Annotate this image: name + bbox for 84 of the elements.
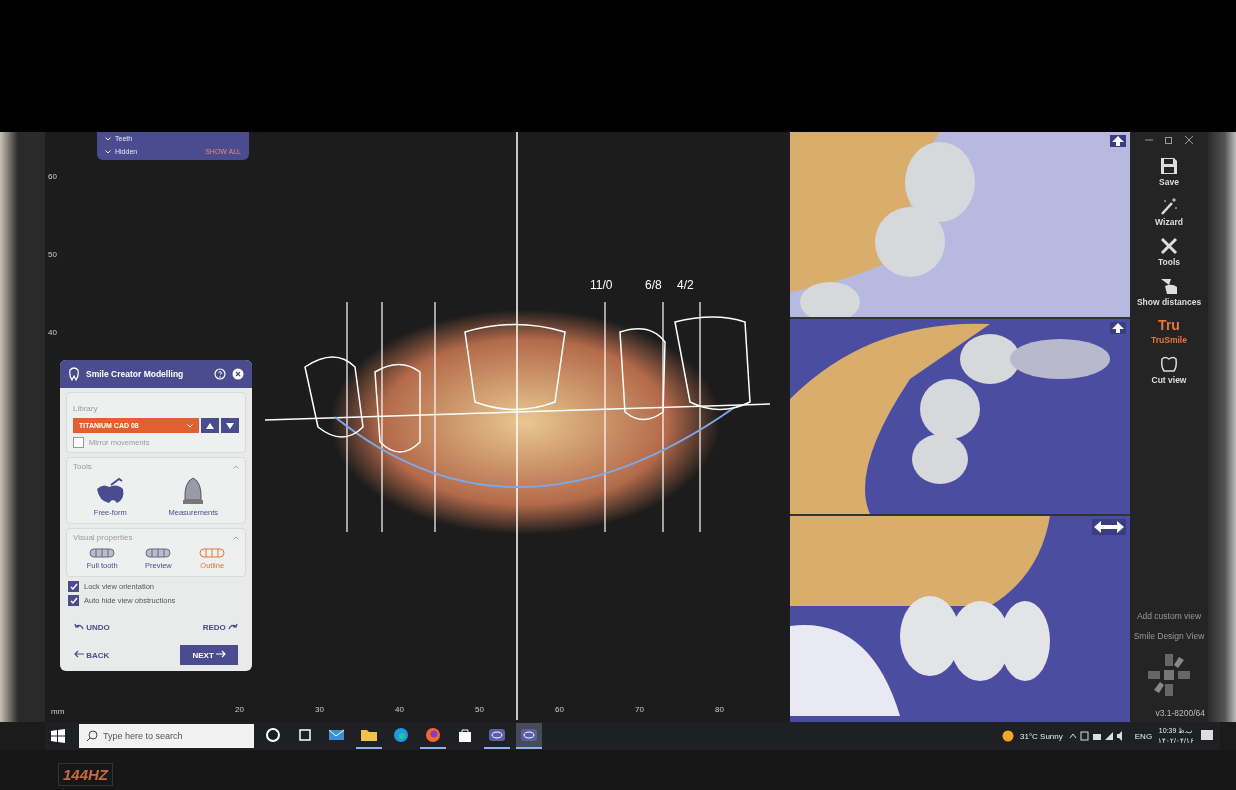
sidebar-button[interactable]: Cut view <box>1149 353 1189 387</box>
minimize-icon[interactable] <box>1145 136 1153 144</box>
undo-button[interactable]: UNDO <box>74 620 110 635</box>
trusmile-logo: Tru <box>1158 317 1180 333</box>
teeth-row-icon <box>145 548 172 558</box>
ruler-unit: mm <box>51 707 65 716</box>
left-right-arrows-icon[interactable] <box>1092 519 1126 535</box>
dental-model-view[interactable] <box>790 516 1130 722</box>
browser-swirl-icon <box>393 727 409 743</box>
ruler-label: 60 <box>48 172 57 181</box>
restore-icon[interactable] <box>1165 136 1173 144</box>
ruler-label: 40 <box>395 705 404 714</box>
measurement-label: 11/0 <box>590 278 613 292</box>
undo-arrow-icon <box>74 623 84 630</box>
arrow-up-icon[interactable] <box>1110 322 1126 334</box>
tooth-shape-icon <box>95 477 126 505</box>
section-title: Visual properties <box>73 533 133 542</box>
fox-browser-icon <box>425 727 441 743</box>
chevron-down-icon[interactable] <box>105 136 111 141</box>
next-button[interactable]: NEXT <box>180 645 238 665</box>
dental-model-view[interactable] <box>790 319 1130 514</box>
view-direction-icon[interactable] <box>1146 652 1192 698</box>
section-title: Tools <box>73 462 92 471</box>
notification-icon[interactable] <box>1200 729 1214 743</box>
close-icon[interactable] <box>232 368 244 380</box>
sidebar-button[interactable]: Tools <box>1155 235 1182 269</box>
arrow-right-icon <box>216 650 226 658</box>
windows-start-icon[interactable] <box>51 729 65 743</box>
monitor-label: 144HZ <box>58 763 114 786</box>
sidebar-button[interactable]: Save <box>1157 155 1181 189</box>
redo-arrow-icon <box>228 623 238 630</box>
chevron-down-icon[interactable] <box>105 149 111 154</box>
search-field[interactable]: Type here to search <box>79 724 254 748</box>
app-icon <box>520 727 538 743</box>
sidebar-button[interactable]: Wizard <box>1153 195 1185 229</box>
ruler-label: 30 <box>315 705 324 714</box>
sidebar-button[interactable]: Tru TruSmile <box>1149 315 1189 347</box>
help-icon[interactable] <box>214 368 226 380</box>
move-down-button[interactable] <box>221 418 239 433</box>
move-up-button[interactable] <box>201 418 219 433</box>
checkbox[interactable] <box>68 581 79 592</box>
tooth-icon <box>68 367 80 381</box>
triangle-down-icon <box>226 422 234 429</box>
task-view-icon <box>297 727 313 743</box>
tooth-section-icon <box>1160 355 1178 373</box>
redo-button[interactable]: REDO <box>202 620 238 635</box>
panel-title: Smile Creator Modelling <box>86 369 185 379</box>
ruler-label: 20 <box>235 705 244 714</box>
checkbox[interactable] <box>73 437 84 448</box>
chevron-down-icon <box>187 423 193 428</box>
teeth-row-icon <box>89 548 116 558</box>
close-icon[interactable] <box>1185 136 1193 144</box>
view-link[interactable]: Add custom view <box>1136 611 1202 621</box>
arrow-up-icon[interactable] <box>1110 135 1126 147</box>
language-indicator[interactable]: ENG <box>1134 731 1153 741</box>
measurement-label: 4/2 <box>677 278 694 292</box>
shopping-bag-icon <box>457 727 473 743</box>
circle-icon <box>265 727 281 743</box>
ruler-label: 40 <box>48 328 57 337</box>
ruler-label: 50 <box>475 705 484 714</box>
weather-text[interactable]: 31°C Sunny <box>1020 731 1063 741</box>
arrow-left-icon <box>74 650 84 658</box>
magic-wand-icon <box>1160 197 1178 215</box>
sun-icon <box>1002 730 1014 742</box>
ruler-label: 50 <box>48 250 57 259</box>
ruler-label: 70 <box>635 705 644 714</box>
version-label: v3.1-8200/64 <box>1155 708 1205 718</box>
section-title: Library <box>73 404 98 413</box>
mail-icon <box>328 727 346 743</box>
measurement-label: 6/8 <box>645 278 662 292</box>
sidebar-button[interactable]: Show distances <box>1134 275 1204 309</box>
search-icon <box>86 730 98 742</box>
ruler-label: 60 <box>555 705 564 714</box>
back-button[interactable]: BACK <box>74 647 110 663</box>
teeth-row-icon <box>199 548 226 558</box>
folder-icon <box>360 727 378 743</box>
app-icon <box>488 727 506 743</box>
tools-icon <box>1160 237 1178 255</box>
checkbox[interactable] <box>68 595 79 606</box>
bell-shape-icon <box>182 477 205 505</box>
view-link[interactable]: Smile Design View <box>1133 631 1205 641</box>
tooth-distance-icon <box>1160 277 1178 295</box>
ruler-label: 80 <box>715 705 724 714</box>
triangle-up-icon <box>206 422 214 429</box>
